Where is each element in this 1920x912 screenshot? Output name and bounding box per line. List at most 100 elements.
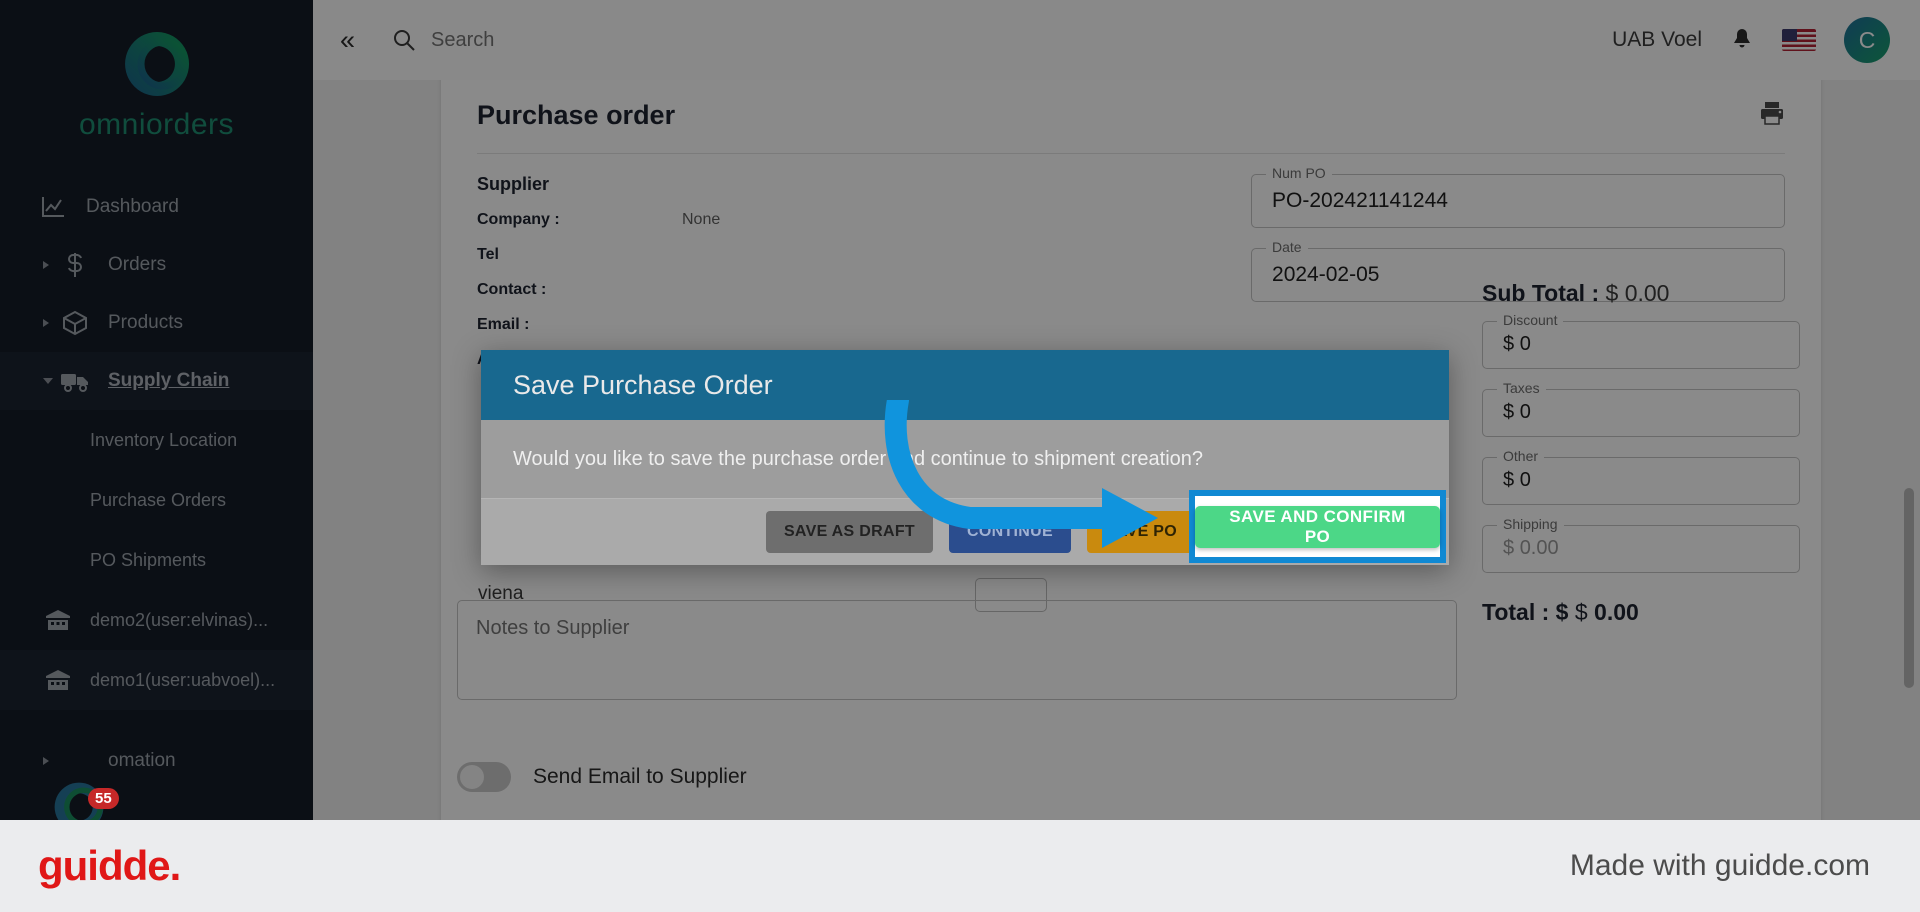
save-po-button[interactable]: SAVE PO <box>1086 511 1195 553</box>
sidebar-label-location-demo2: demo2(user:elvinas)... <box>90 609 269 630</box>
shipping-label: Shipping <box>1497 516 1564 532</box>
content-scrollbar[interactable] <box>1904 168 1914 820</box>
taxes-value: $ 0 <box>1503 401 1531 423</box>
automation-icon <box>60 747 90 775</box>
shipping-value: $ 0.00 <box>1503 537 1559 559</box>
sidebar-item-automation[interactable]: omation <box>0 732 313 790</box>
warehouse-icon <box>42 669 74 691</box>
company-name: UAB Voel <box>1612 28 1702 51</box>
other-label: Other <box>1497 448 1545 464</box>
sidebar-item-inventory-location[interactable]: Inventory Location <box>0 410 313 470</box>
card-header: Purchase order <box>477 100 1785 131</box>
sidebar-label-purchase-orders: Purchase Orders <box>90 489 227 510</box>
supplier-row-company: Company : None <box>477 211 1251 229</box>
sidebar-label-supply-chain: Supply Chain <box>108 370 230 391</box>
sidebar-label-dashboard: Dashboard <box>86 196 179 217</box>
supplier-key-company: Company : <box>477 211 560 228</box>
date-label: Date <box>1266 239 1308 255</box>
sidebar-item-location-demo1[interactable]: demo1(user:uabvoel)... <box>0 650 313 710</box>
modal-header: Save Purchase Order <box>481 350 1449 420</box>
discount-label: Discount <box>1497 312 1564 328</box>
sidebar-label-location-demo1: demo1(user:uabvoel)... <box>90 669 276 690</box>
modal-body: Would you like to save the purchase orde… <box>481 420 1449 498</box>
other-value: $ 0 <box>1503 469 1531 491</box>
save-as-draft-button[interactable]: SAVE AS DRAFT <box>765 511 933 553</box>
sidebar-item-dashboard[interactable]: Dashboard <box>0 178 313 236</box>
modal-message: Would you like to save the purchase orde… <box>513 447 1204 470</box>
supplier-key-email: Email : <box>477 316 530 333</box>
discount-value: $ 0 <box>1503 333 1531 355</box>
guidde-logo: guidde. <box>38 842 181 889</box>
brand-logo[interactable]: omniorders <box>0 0 313 142</box>
warehouse-icon <box>42 609 74 631</box>
sub-total-row: Sub Total : $ 0.00 <box>1482 280 1800 307</box>
sub-total-value: 0.00 <box>1624 280 1670 306</box>
sidebar-label-orders: Orders <box>108 254 167 275</box>
totals-panel: Sub Total : $ 0.00 Discount $ 0 Taxes $ … <box>1482 280 1800 626</box>
sidebar-item-purchase-orders[interactable]: Purchase Orders <box>0 470 313 530</box>
num-po-value: PO-202421141244 <box>1272 189 1448 212</box>
chart-line-icon <box>38 193 68 221</box>
discount-field[interactable]: Discount $ 0 <box>1482 312 1800 369</box>
grand-total-row: Total : $ $ 0.00 <box>1482 599 1800 626</box>
app-screen: omniorders Dashboard Orders Products Sup… <box>0 0 1920 820</box>
chevron-right-icon <box>43 319 49 327</box>
search-box[interactable] <box>379 16 679 64</box>
sidebar-item-supply-chain[interactable]: Supply Chain <box>0 352 313 410</box>
grand-total-label: Total : $ <box>1482 599 1569 625</box>
supplier-key-contact: Contact : <box>477 281 547 298</box>
omniorders-logo-icon <box>119 26 195 102</box>
num-po-label: Num PO <box>1266 165 1332 181</box>
topbar: « UAB Voel <box>313 0 1920 80</box>
double-chevron-left-icon[interactable]: « <box>340 26 355 54</box>
supplier-value-company: None <box>682 211 721 228</box>
sidebar-item-orders[interactable]: Orders <box>0 236 313 294</box>
avatar[interactable]: C <box>1844 17 1890 63</box>
box-icon <box>60 309 90 337</box>
supplier-row-email: Email : <box>477 316 1251 334</box>
made-with-guidde-text: Made with guidde.com <box>1569 849 1870 882</box>
supplier-row-contact: Contact : <box>477 281 1251 299</box>
num-po-field[interactable]: Num PO PO-202421141244 <box>1251 165 1785 228</box>
sidebar-label-po-shipments: PO Shipments <box>90 549 207 570</box>
search-icon <box>393 29 415 51</box>
taxes-label: Taxes <box>1497 380 1546 396</box>
sidebar-label-products: Products <box>108 312 183 333</box>
app-root: omniorders Dashboard Orders Products Sup… <box>0 0 1920 912</box>
topbar-right: UAB Voel C <box>1612 17 1920 63</box>
send-email-toggle-row: Send Email to Supplier <box>457 762 747 792</box>
continue-button[interactable]: CONTINUE <box>948 511 1071 553</box>
bell-icon[interactable] <box>1730 27 1754 53</box>
truck-icon <box>60 367 90 395</box>
us-flag-icon[interactable] <box>1782 29 1816 51</box>
notes-to-supplier-textarea[interactable] <box>457 600 1457 700</box>
search-input[interactable] <box>431 28 652 52</box>
grand-total-value: 0.00 <box>1594 599 1639 625</box>
page-title: Purchase order <box>477 100 676 130</box>
supplier-key-tel: Tel <box>477 246 499 263</box>
save-and-confirm-po-button[interactable]: SAVE AND CONFIRM PO <box>1195 505 1440 548</box>
date-value: 2024-02-05 <box>1272 263 1380 286</box>
sidebar-item-location-demo2[interactable]: demo2(user:elvinas)... <box>0 590 313 650</box>
sub-total-currency: $ <box>1605 280 1619 306</box>
brand-name: omniorders <box>78 108 235 141</box>
modal-title: Save Purchase Order <box>513 369 773 400</box>
guidde-footer: guidde. Made with guidde.com <box>0 820 1920 912</box>
supplier-heading: Supplier <box>477 174 550 194</box>
dollar-icon <box>60 251 90 279</box>
sub-total-label: Sub Total : <box>1482 280 1600 306</box>
sidebar-label-automation: omation <box>108 750 176 771</box>
divider <box>477 153 1785 154</box>
scrollbar-thumb[interactable] <box>1904 488 1914 688</box>
send-email-toggle[interactable] <box>457 762 511 792</box>
sidebar-item-po-shipments[interactable]: PO Shipments <box>0 530 313 590</box>
send-email-label: Send Email to Supplier <box>533 765 747 788</box>
other-field[interactable]: Other $ 0 <box>1482 448 1800 505</box>
shipping-field[interactable]: Shipping $ 0.00 <box>1482 516 1800 573</box>
printer-icon[interactable] <box>1759 100 1785 131</box>
chevron-down-icon <box>43 378 53 384</box>
sidebar: omniorders Dashboard Orders Products Sup… <box>0 0 313 820</box>
sidebar-item-products[interactable]: Products <box>0 294 313 352</box>
taxes-field[interactable]: Taxes $ 0 <box>1482 380 1800 437</box>
chevron-right-icon <box>43 757 49 765</box>
